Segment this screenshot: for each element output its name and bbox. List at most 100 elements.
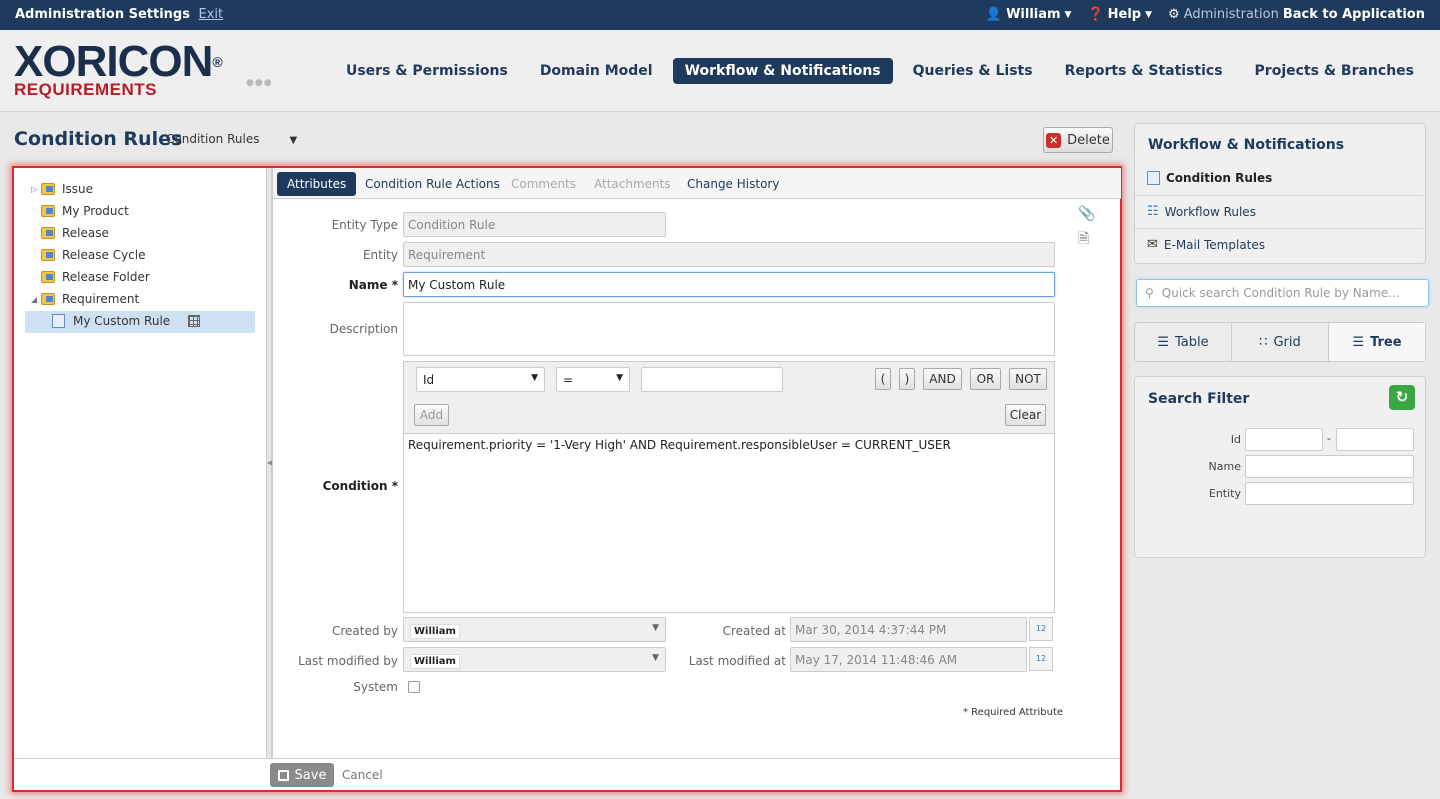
table-icon[interactable]: [188, 315, 201, 327]
nav-domain-model[interactable]: Domain Model: [528, 58, 665, 84]
required-note: * Required Attribute: [963, 707, 1064, 718]
logo-dots: ●●●: [246, 78, 273, 88]
close-paren-button[interactable]: ): [899, 368, 915, 390]
back-to-application-link[interactable]: ⚙ Administration Back to Application: [1168, 7, 1425, 22]
filter-name-input[interactable]: [1245, 455, 1414, 478]
tree-item-release-cycle[interactable]: Release Cycle: [31, 245, 146, 265]
open-paren-button[interactable]: (: [875, 368, 891, 390]
sidebar-workflow-box: Workflow & Notifications Condition Rules…: [1134, 123, 1426, 264]
top-bar: Administration Settings Exit 👤 William ▼…: [0, 0, 1440, 30]
tab-comments[interactable]: Comments: [501, 172, 586, 196]
condition-label: Condition *: [322, 479, 398, 493]
not-button[interactable]: NOT: [1009, 368, 1047, 390]
help-icon: ❓: [1087, 7, 1104, 22]
detail-content: Attributes Condition Rule Actions Commen…: [272, 168, 1121, 758]
search-filter-box: Search Filter Id - Name Entity: [1134, 376, 1426, 558]
tree-item-release-folder[interactable]: Release Folder: [31, 267, 150, 287]
filter-entity-input[interactable]: [1245, 482, 1414, 505]
name-input[interactable]: My Custom Rule: [403, 272, 1055, 297]
system-checkbox: [408, 681, 420, 693]
chevron-down-icon: ▼: [531, 373, 538, 383]
filter-id-from-input[interactable]: [1245, 428, 1323, 451]
folder-icon: [41, 293, 55, 305]
condition-attribute-select[interactable]: Id ▼: [416, 367, 545, 392]
tree-item-issue[interactable]: ▷ Issue: [31, 179, 93, 199]
nav-projects-branches[interactable]: Projects & Branches: [1243, 58, 1426, 84]
collapse-icon[interactable]: ◢: [31, 295, 41, 304]
search-icon: ⚲: [1145, 286, 1154, 300]
entity-type-label: Entity Type: [331, 218, 398, 232]
tab-change-history[interactable]: Change History: [677, 172, 789, 196]
entity-type-field: Condition Rule: [403, 212, 666, 237]
and-button[interactable]: AND: [923, 368, 962, 390]
tab-attributes[interactable]: Attributes: [277, 172, 357, 196]
delete-button[interactable]: ✕ Delete: [1043, 127, 1113, 153]
condition-builder: Id ▼ = ▼ ( ) AND OR NOT Add Clear: [403, 361, 1055, 434]
condition-operator-select[interactable]: = ▼: [556, 367, 630, 392]
exit-link[interactable]: Exit: [199, 7, 224, 22]
created-by-label: Created by: [331, 624, 398, 638]
tab-condition-rule-actions[interactable]: Condition Rule Actions: [355, 172, 510, 196]
tree-item-my-custom-rule[interactable]: My Custom Rule: [52, 311, 201, 331]
filter-id-to-input[interactable]: [1336, 428, 1414, 451]
quick-search-input[interactable]: ⚲ Quick search Condition Rule by Name...: [1136, 279, 1429, 307]
user-menu[interactable]: 👤 William ▼: [986, 7, 1072, 22]
refresh-button[interactable]: ↻: [1389, 385, 1415, 410]
folder-icon: [41, 227, 55, 239]
name-label: Name *: [348, 278, 398, 292]
folder-icon: [41, 249, 55, 261]
nav-reports-statistics[interactable]: Reports & Statistics: [1053, 58, 1235, 84]
form-footer: Save Cancel: [14, 758, 1120, 790]
header: XORICON® REQUIREMENTS ●●● Users & Permis…: [0, 30, 1440, 112]
paperclip-icon[interactable]: 📎: [1078, 206, 1095, 222]
add-button[interactable]: Add: [414, 404, 449, 426]
search-filter-title: Search Filter: [1148, 391, 1250, 407]
gear-icon: ⚙: [1168, 7, 1180, 22]
save-button[interactable]: Save: [270, 763, 334, 787]
last-modified-at-field: May 17, 2014 11:48:46 AM: [790, 647, 1027, 672]
nav-workflow-notifications[interactable]: Workflow & Notifications: [672, 58, 893, 84]
sidebar-item-condition-rules[interactable]: Condition Rules: [1147, 171, 1272, 185]
clear-button[interactable]: Clear: [1005, 404, 1046, 426]
nav-queries-lists[interactable]: Queries & Lists: [901, 58, 1045, 84]
filter-entity-label: Entity: [1208, 487, 1241, 500]
condition-value-input[interactable]: [641, 367, 783, 392]
cancel-link[interactable]: Cancel: [342, 768, 383, 782]
rule-type-select[interactable]: Condition Rules ▼: [166, 132, 297, 146]
page-title: Condition Rules: [14, 128, 183, 150]
view-grid-button[interactable]: ∷ Grid: [1232, 323, 1329, 361]
delete-icon: ✕: [1046, 132, 1062, 148]
sidebar-item-workflow-rules[interactable]: ☷ Workflow Rules: [1147, 204, 1256, 219]
rule-icon: [52, 314, 65, 328]
description-textarea[interactable]: [403, 302, 1055, 356]
chevron-down-icon: ▼: [616, 373, 623, 383]
tree-item-requirement[interactable]: ◢ Requirement: [31, 289, 139, 309]
rule-icon: [1147, 171, 1160, 185]
system-label: System: [353, 680, 398, 694]
tree-icon: ☰: [1352, 334, 1365, 350]
filter-id-label: Id: [1230, 433, 1241, 446]
tab-attachments[interactable]: Attachments: [584, 172, 681, 196]
chevron-down-icon: ▼: [289, 135, 298, 146]
created-by-select: William ▼: [403, 617, 666, 642]
sidebar-item-email-templates[interactable]: ✉ E-Mail Templates: [1147, 237, 1265, 252]
chevron-down-icon: ▼: [1145, 9, 1153, 20]
created-at-label: Created at: [722, 624, 786, 638]
entity-field: Requirement: [403, 242, 1055, 267]
view-tree-button[interactable]: ☰ Tree: [1329, 323, 1425, 361]
created-at-field: Mar 30, 2014 4:37:44 PM: [790, 617, 1027, 642]
detail-tabs: Attributes Condition Rule Actions Commen…: [273, 168, 1121, 199]
condition-textarea[interactable]: Requirement.priority = '1-Very High' AND…: [403, 433, 1055, 613]
nav-users-permissions[interactable]: Users & Permissions: [334, 58, 520, 84]
tree-item-release[interactable]: Release: [31, 223, 109, 243]
expand-icon[interactable]: ▷: [31, 185, 41, 194]
document-icon[interactable]: 🗎: [1078, 228, 1089, 252]
last-modified-at-label: Last modified at: [688, 654, 786, 668]
workflow-icon: ☷: [1147, 204, 1159, 219]
folder-icon: [41, 205, 55, 217]
view-table-button[interactable]: ☰ Table: [1135, 323, 1232, 361]
sidebar-title: Workflow & Notifications: [1148, 137, 1345, 153]
or-button[interactable]: OR: [970, 368, 1001, 390]
help-menu[interactable]: ❓ Help ▼: [1087, 7, 1152, 22]
tree-item-my-product[interactable]: My Product: [31, 201, 129, 221]
